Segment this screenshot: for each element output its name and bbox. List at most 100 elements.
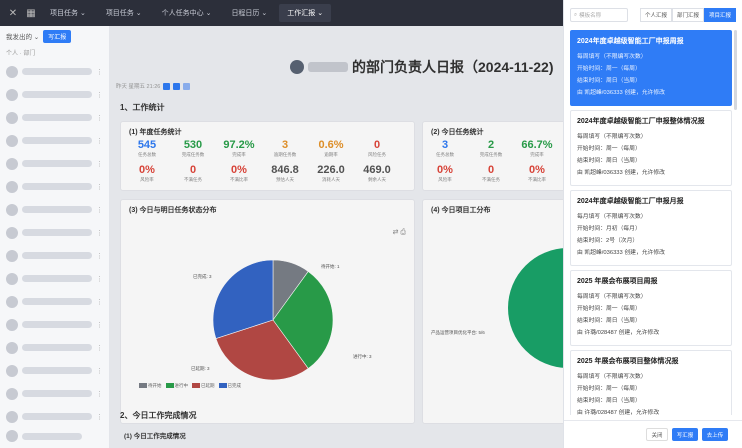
more-icon[interactable]: ⋮ — [96, 252, 103, 260]
template-detail: 每月填写（不限编写次数） — [577, 214, 647, 220]
report-sidebar: 我发出的 ⌄ 写汇报 个人 · 部门 ⋮ ⋮ ⋮ ⋮ ⋮ ⋮ ⋮ ⋮ ⋮ ⋮ ⋮ ⋮ ⋮ ⋮ ⋮ ⋮ — [0, 26, 110, 448]
sidebar-report-item[interactable]: ⋮ — [6, 268, 103, 289]
template-detail: 结束时间：周日（当周） — [577, 318, 641, 324]
template-detail: 开始时间：周一（每周） — [577, 66, 641, 72]
template-item[interactable]: 2025 年展会布展项目周报 每周填写（不限编写次数） 开始时间：周一（每周） 结束时… — [570, 270, 732, 346]
sidebar-item-label — [22, 91, 92, 98]
more-icon[interactable]: ⋮ — [96, 206, 103, 214]
panel-footer: 关闭 写汇报 去上传 — [564, 420, 742, 448]
more-icon[interactable]: ⋮ — [96, 413, 103, 421]
sidebar-item-label — [22, 137, 92, 144]
sidebar-item-label — [22, 114, 92, 121]
sidebar-report-item[interactable]: ⋮ — [6, 291, 103, 312]
avatar — [6, 387, 18, 400]
sidebar-current-user[interactable] — [6, 430, 82, 442]
sidebar-item-label — [22, 252, 92, 259]
sidebar-item-label — [22, 68, 92, 75]
more-icon[interactable]: ⋮ — [96, 344, 103, 352]
more-icon[interactable]: ⋮ — [96, 114, 103, 122]
sidebar-report-item[interactable]: ⋮ — [6, 84, 103, 105]
grid-icon[interactable]: ▦ — [24, 6, 38, 20]
template-search-input[interactable]: ⌕ 模板名称 — [570, 8, 628, 22]
more-icon[interactable]: ⋮ — [96, 390, 103, 398]
sidebar-report-item[interactable]: ⋮ — [6, 406, 103, 427]
template-detail: 结束时间：周日（当周） — [577, 78, 641, 84]
sidebar-report-item[interactable]: ⋮ — [6, 130, 103, 151]
avatar — [6, 318, 18, 331]
template-detail: 每周填写（不限编写次数） — [577, 374, 647, 380]
tab-work-report[interactable]: 工作汇报 ⌄ — [279, 4, 332, 22]
template-list: 2024年度卓越级智能工厂申报周报 每周填写（不限编写次数） 开始时间：周一（每周）… — [570, 30, 732, 415]
sidebar-item-label — [22, 344, 92, 351]
template-item[interactable]: 2025 年展会布展项目整体情况报 每周填写（不限编写次数） 开始时间：周一（每周）… — [570, 350, 732, 415]
template-item[interactable]: 2024年度卓越级智能工厂申报整体情况报 每周填写（不限编写次数） 开始时间：周一（… — [570, 110, 732, 186]
template-item[interactable]: 2024年度卓越级智能工厂申报月报 每月填写（不限编写次数） 开始时间：月初（每月）… — [570, 190, 732, 266]
tab-0[interactable]: 项目任务 ⌄ — [42, 4, 94, 22]
sidebar-item-label — [22, 321, 92, 328]
tab-1[interactable]: 项目任务 ⌄ — [98, 4, 150, 22]
sidebar-report-item[interactable]: ⋮ — [6, 199, 103, 220]
sidebar-report-item[interactable]: ⋮ — [6, 153, 103, 174]
template-picker-panel: ⌕ 模板名称 个人汇报 部门汇报 项目汇报 2024年度卓越级智能工厂申报周报每… — [563, 0, 742, 448]
sidebar-report-item[interactable]: ⋮ — [6, 314, 103, 335]
more-icon[interactable]: ⋮ — [96, 298, 103, 306]
sidebar-report-item[interactable]: ⋮ — [6, 61, 103, 82]
more-icon[interactable]: ⋮ — [96, 91, 103, 99]
write-report-button[interactable]: 写汇报 — [43, 29, 72, 43]
sidebar-item-label — [22, 432, 82, 440]
template-detail: 每周填写（不限编写次数） — [577, 54, 647, 60]
avatar — [6, 134, 18, 147]
more-icon[interactable]: ⋮ — [96, 137, 103, 145]
template-item[interactable]: 2024年度卓越级智能工厂申报周报 每周填写（不限编写次数） 开始时间：周一（每周）… — [570, 30, 732, 106]
avatar — [6, 88, 18, 101]
template-title: 2024年度卓越级智能工厂申报整体情况报 — [577, 118, 705, 125]
tab-project-report[interactable]: 项目汇报 — [704, 8, 736, 22]
modal-backdrop[interactable] — [110, 26, 563, 448]
sidebar-report-item[interactable]: ⋮ — [6, 383, 103, 404]
more-icon[interactable]: ⋮ — [96, 160, 103, 168]
search-placeholder: 模板名称 — [579, 13, 602, 19]
avatar — [6, 364, 18, 377]
sidebar-report-item[interactable]: ⋮ — [6, 222, 103, 243]
avatar — [6, 272, 18, 285]
more-icon[interactable]: ⋮ — [96, 321, 103, 329]
sidebar-item-label — [22, 229, 92, 236]
template-title: 2024年度卓越级智能工厂申报月报 — [577, 198, 684, 205]
sidebar-report-item[interactable]: ⋮ — [6, 107, 103, 128]
template-detail: 开始时间：周一（每周） — [577, 386, 641, 392]
close-button[interactable]: 关闭 — [646, 428, 668, 441]
template-detail: 由 凯超峰/036333 创建，允许修改 — [577, 250, 665, 256]
tab-personal-report[interactable]: 个人汇报 — [640, 8, 672, 22]
more-icon[interactable]: ⋮ — [96, 275, 103, 283]
more-icon[interactable]: ⋮ — [96, 68, 103, 76]
avatar — [6, 295, 18, 308]
template-detail: 由 许璐/028487 创建，允许修改 — [577, 410, 660, 415]
template-detail: 由 许璐/028487 创建，允许修改 — [577, 330, 660, 336]
avatar — [6, 249, 18, 262]
more-icon[interactable]: ⋮ — [96, 183, 103, 191]
sent-by-me-dropdown[interactable]: 我发出的 ⌄ — [6, 31, 39, 41]
more-icon[interactable]: ⋮ — [96, 367, 103, 375]
sidebar-item-label — [22, 367, 92, 374]
scrollbar[interactable] — [734, 30, 737, 110]
sidebar-report-item[interactable]: ⋮ — [6, 360, 103, 381]
menu-icon[interactable]: ✕ — [6, 6, 20, 20]
template-title: 2025 年展会布展项目周报 — [577, 278, 658, 285]
sidebar-item-label — [22, 160, 92, 167]
tab-department-report[interactable]: 部门汇报 — [672, 8, 704, 22]
search-icon: ⌕ — [574, 11, 578, 18]
sidebar-report-list: ⋮ ⋮ ⋮ ⋮ ⋮ ⋮ ⋮ ⋮ ⋮ ⋮ ⋮ ⋮ ⋮ ⋮ ⋮ ⋮ — [0, 61, 109, 427]
template-title: 2024年度卓越级智能工厂申报周报 — [577, 38, 684, 45]
template-detail: 开始时间：周一（每周） — [577, 306, 641, 312]
sidebar-report-item[interactable]: ⋮ — [6, 176, 103, 197]
avatar — [6, 111, 18, 124]
tab-2[interactable]: 个人任务中心 ⌄ — [154, 4, 220, 22]
write-report-button[interactable]: 写汇报 — [672, 428, 698, 441]
avatar — [6, 157, 18, 170]
sidebar-report-item[interactable]: ⋮ — [6, 337, 103, 358]
tab-3[interactable]: 日程日历 ⌄ — [223, 4, 275, 22]
template-detail: 结束时间：周日（当周） — [577, 398, 641, 404]
more-icon[interactable]: ⋮ — [96, 229, 103, 237]
sidebar-report-item[interactable]: ⋮ — [6, 245, 103, 266]
upload-button[interactable]: 去上传 — [702, 428, 728, 441]
